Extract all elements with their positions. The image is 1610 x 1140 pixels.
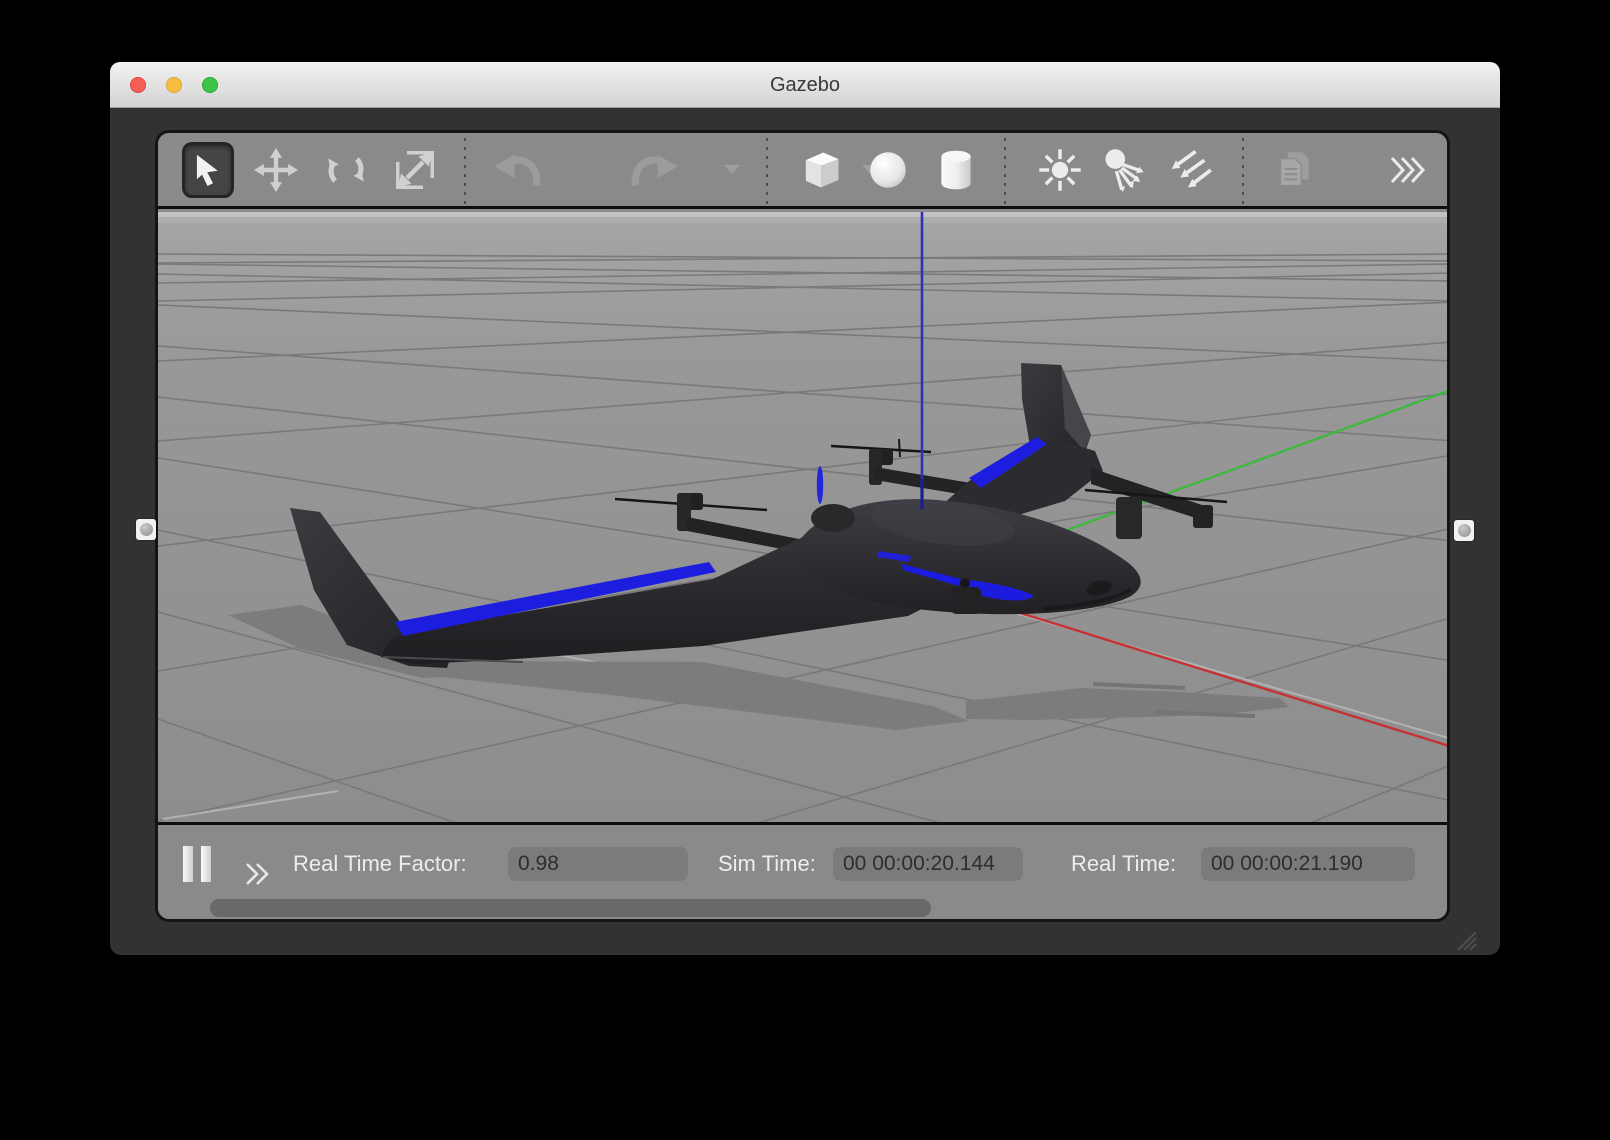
main-panel: Real Time Factor: Sim Time: Real Time: <box>155 130 1450 922</box>
double-chevron-icon <box>247 864 267 884</box>
toolbar <box>158 133 1447 209</box>
undo-dropdown-icon[interactable] <box>724 165 740 174</box>
handle-dot <box>1458 524 1471 537</box>
real-time-factor-label: Real Time Factor: <box>293 851 467 877</box>
select-arrow-icon <box>191 152 225 188</box>
undo-icon <box>493 151 541 189</box>
pause-icon <box>201 846 211 882</box>
handle-dot <box>140 523 153 536</box>
window-title: Gazebo <box>110 62 1500 108</box>
copy-icon <box>1271 146 1317 194</box>
translate-tool-button[interactable] <box>250 142 302 198</box>
rotate-icon <box>323 147 369 193</box>
render-viewport[interactable] <box>158 212 1447 822</box>
rotate-tool-button[interactable] <box>320 142 372 198</box>
toolbar-separator <box>1004 138 1006 204</box>
scale-icon <box>392 147 438 193</box>
right-splitter-handle[interactable] <box>1454 520 1474 541</box>
spot-light-icon <box>1100 146 1148 194</box>
insert-sphere-button[interactable] <box>862 142 914 198</box>
real-time-factor-field[interactable] <box>508 847 688 881</box>
directional-light-button[interactable] <box>1162 142 1214 198</box>
directional-light-icon <box>1163 147 1213 193</box>
left-splitter-handle[interactable] <box>136 519 156 540</box>
titlebar[interactable]: Gazebo <box>110 62 1500 108</box>
sky-and-ground <box>158 212 1447 822</box>
toolbar-overflow-button[interactable] <box>1386 142 1430 198</box>
pause-button[interactable] <box>183 846 211 882</box>
horizontal-scrollbar-thumb[interactable] <box>210 899 931 917</box>
sim-time-label: Sim Time: <box>718 851 816 877</box>
scale-tool-button[interactable] <box>389 142 441 198</box>
translate-icon <box>254 148 298 192</box>
real-time-field[interactable] <box>1201 847 1415 881</box>
point-light-icon <box>1036 146 1084 194</box>
pause-icon <box>183 846 193 882</box>
gazebo-window: Gazebo <box>110 62 1500 955</box>
box-icon <box>796 146 844 194</box>
real-time-label: Real Time: <box>1071 851 1176 877</box>
undo-button[interactable] <box>488 142 546 198</box>
toolbar-separator <box>766 138 768 204</box>
cylinder-icon <box>933 146 979 194</box>
statusbar: Real Time Factor: Sim Time: Real Time: <box>158 822 1447 919</box>
toolbar-separator <box>464 138 466 204</box>
select-tool-button[interactable] <box>182 142 234 198</box>
statusbar-expand-button[interactable] <box>244 862 278 886</box>
scene-canvas[interactable] <box>158 212 1447 822</box>
overflow-chevrons-icon <box>1388 155 1428 185</box>
sphere-icon <box>865 147 911 193</box>
window-resize-grip[interactable] <box>1448 926 1478 952</box>
copy-button[interactable] <box>1268 142 1320 198</box>
point-light-button[interactable] <box>1034 142 1086 198</box>
toolbar-separator <box>1242 138 1244 204</box>
insert-box-button[interactable] <box>794 142 846 198</box>
redo-button[interactable] <box>626 142 684 198</box>
redo-icon <box>631 151 679 189</box>
spot-light-button[interactable] <box>1098 142 1150 198</box>
sim-time-field[interactable] <box>833 847 1023 881</box>
insert-cylinder-button[interactable] <box>930 142 982 198</box>
